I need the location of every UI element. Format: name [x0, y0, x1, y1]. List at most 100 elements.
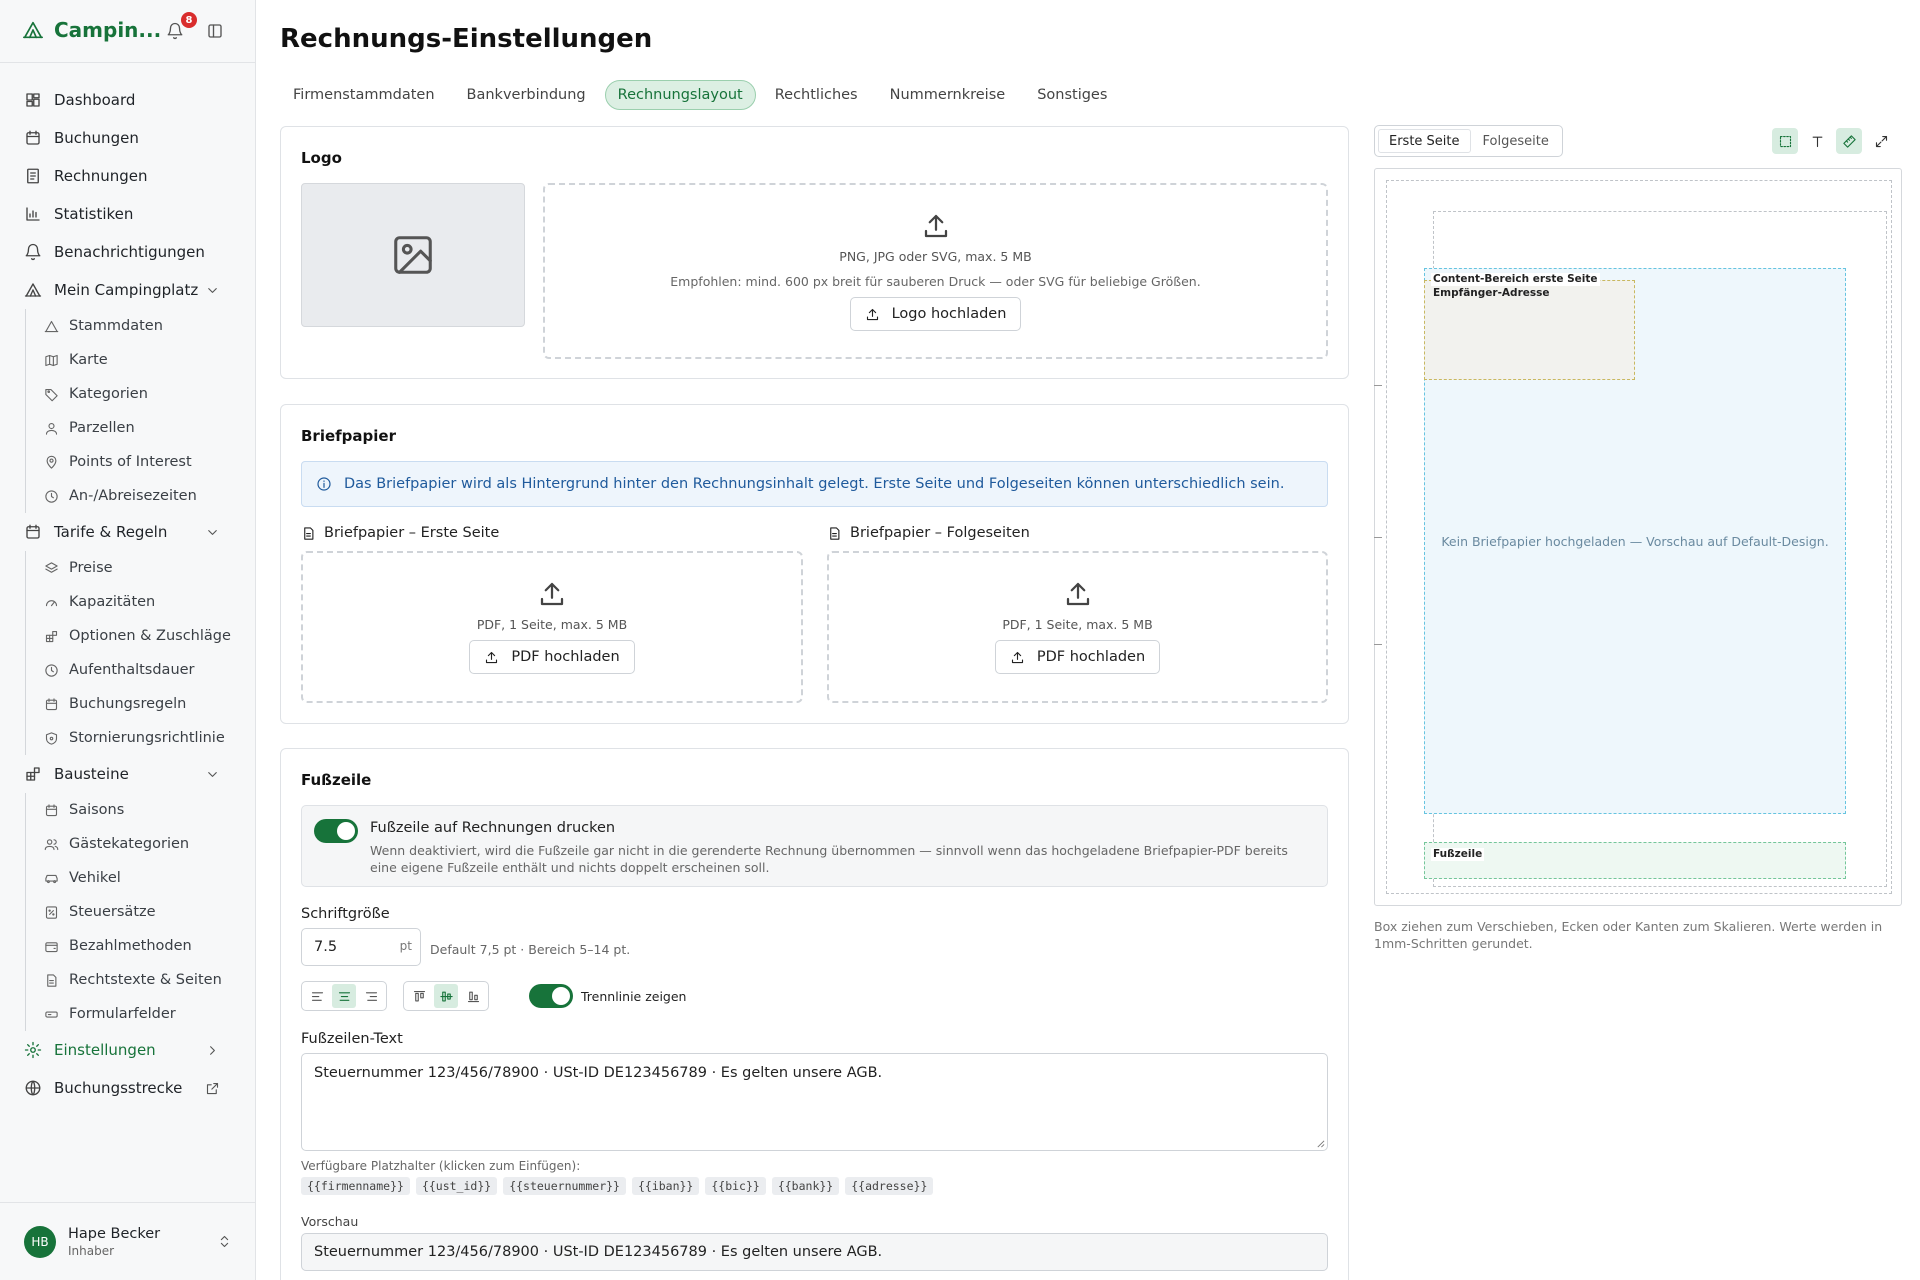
toggle-sidebar-button[interactable]: [206, 22, 224, 40]
sidebar-item-optionen[interactable]: Optionen & Zuschläge: [26, 619, 256, 653]
sidebar-item-label: Rechnungen: [54, 167, 148, 185]
sidebar-item-kapazitaeten[interactable]: Kapazitäten: [26, 585, 256, 619]
sidebar-item-vehikel[interactable]: Vehikel: [26, 861, 256, 895]
upload-label: PDF hochladen: [511, 649, 620, 665]
font-size-input[interactable]: 7.5 pt: [301, 928, 421, 966]
tab-bankverbindung[interactable]: Bankverbindung: [454, 80, 599, 110]
align-middle-button[interactable]: [434, 984, 458, 1008]
sidebar-item-steuersaetze[interactable]: Steuersätze: [26, 895, 256, 929]
user-icon: [45, 422, 58, 435]
logo-upload-button[interactable]: Logo hochladen: [849, 297, 1022, 331]
briefpapier-follow-dropzone[interactable]: PDF, 1 Seite, max. 5 MB PDF hochladen: [827, 551, 1328, 703]
toggle-boxes-button[interactable]: [1772, 128, 1798, 154]
sidebar-group-mein-campingplatz[interactable]: Mein Campingplatz: [0, 271, 256, 309]
align-bottom-button[interactable]: [461, 984, 485, 1008]
placeholder-chip[interactable]: {{bank}}: [771, 1177, 840, 1195]
sidebar-item-rechtstexte[interactable]: Rechtstexte & Seiten: [26, 963, 256, 997]
placeholder-chip[interactable]: {{bic}}: [705, 1177, 766, 1195]
wallet-icon: [45, 941, 58, 952]
bar-chart-icon: [26, 207, 40, 221]
fold-mark: [1374, 644, 1382, 645]
sidebar-item-buchungsstrecke[interactable]: Buchungsstrecke: [0, 1069, 256, 1107]
sidebar-item-saisons[interactable]: Saisons: [26, 793, 256, 827]
sidebar-item-stornierungsrichtlinie[interactable]: Stornierungsrichtlinie: [26, 721, 256, 755]
sidebar-item-stammdaten[interactable]: Stammdaten: [26, 309, 256, 343]
briefpapier-card: Briefpapier Das Briefpapier wird als Hin…: [280, 404, 1349, 724]
sidebar-item-benachrichtigungen[interactable]: Benachrichtigungen: [0, 233, 256, 271]
sidebar-group-label: Mein Campingplatz: [54, 281, 199, 299]
tab-firmenstammdaten[interactable]: Firmenstammdaten: [280, 80, 448, 110]
font-size-label: Schriftgröße: [301, 906, 390, 922]
sidebar-item-an-abreisezeiten[interactable]: An-/Abreisezeiten: [26, 479, 256, 513]
align-right-button[interactable]: [359, 984, 383, 1008]
sidebar-item-bezahlmethoden[interactable]: Bezahlmethoden: [26, 929, 256, 963]
sidebar-item-formularfelder[interactable]: Formularfelder: [26, 997, 256, 1031]
logo-placeholder: [301, 183, 525, 327]
upload-icon: [1066, 582, 1089, 606]
user-menu[interactable]: HB Hape Becker Inhaber: [0, 1202, 256, 1280]
tab-rechtliches[interactable]: Rechtliches: [762, 80, 871, 110]
tab-nummernkreise[interactable]: Nummernkreise: [877, 80, 1019, 110]
upload-label: PDF hochladen: [1036, 649, 1146, 665]
placeholder-chip[interactable]: {{steuernummer}}: [503, 1177, 626, 1195]
brand[interactable]: Campin...: [22, 18, 161, 42]
sidebar-item-label: Optionen & Zuschläge: [69, 628, 231, 644]
image-icon: [394, 236, 432, 274]
briefpapier-follow-upload-button[interactable]: PDF hochladen: [994, 640, 1161, 674]
placeholder-chip[interactable]: {{iban}}: [631, 1177, 700, 1195]
tab-sonstiges[interactable]: Sonstiges: [1024, 80, 1120, 110]
briefpapier-info-text: Das Briefpapier wird als Hintergrund hin…: [344, 476, 1285, 492]
sidebar-group-label: Tarife & Regeln: [54, 523, 168, 541]
sidebar-item-rechnungen[interactable]: Rechnungen: [0, 157, 256, 195]
tab-rechnungslayout[interactable]: Rechnungslayout: [604, 80, 756, 110]
logo-dropzone[interactable]: PNG, JPG oder SVG, max. 5 MB Empfohlen: …: [543, 183, 1328, 359]
placeholder-chip[interactable]: {{ust_id}}: [415, 1177, 498, 1195]
sidebar-item-points-of-interest[interactable]: Points of Interest: [26, 445, 256, 479]
blocks-icon: [26, 767, 40, 781]
footer-text-input[interactable]: Steuernummer 123/456/78900 · USt-ID DE12…: [301, 1053, 1328, 1151]
toggle-text-button[interactable]: [1804, 128, 1830, 154]
preview-label: Vorschau: [301, 1214, 359, 1229]
sidebar-group-bausteine[interactable]: Bausteine: [0, 755, 256, 793]
calendar-icon: [45, 803, 58, 816]
sidebar-item-karte[interactable]: Karte: [26, 343, 256, 377]
sidebar: Campin... 8 Dashboard Buchungen Rechnung…: [0, 0, 256, 1280]
text-icon: [1812, 136, 1822, 147]
preview-page-first[interactable]: Erste Seite: [1378, 129, 1471, 153]
briefpapier-first-upload-button[interactable]: PDF hochladen: [469, 640, 635, 674]
file-icon: [830, 526, 840, 540]
preview-page-follow[interactable]: Folgeseite: [1473, 129, 1559, 153]
recipient-address-label: Empfänger-Adresse: [1433, 287, 1550, 299]
preview-hint: Box ziehen zum Verschieben, Ecken oder K…: [1374, 919, 1883, 951]
footer-print-toggle[interactable]: [314, 819, 358, 843]
briefpapier-first-dropzone[interactable]: PDF, 1 Seite, max. 5 MB PDF hochladen: [301, 551, 803, 703]
placeholder-chip[interactable]: {{firmenname}}: [301, 1177, 410, 1195]
briefpapier-first-label: Briefpapier – Erste Seite: [301, 525, 499, 541]
sidebar-item-kategorien[interactable]: Kategorien: [26, 377, 256, 411]
expand-preview-button[interactable]: [1868, 128, 1894, 154]
sidebar-item-statistiken[interactable]: Statistiken: [0, 195, 256, 233]
sidebar-item-preise[interactable]: Preise: [26, 551, 256, 585]
panel-left-icon: [208, 24, 222, 38]
toggle-ruler-button[interactable]: [1836, 128, 1862, 154]
sidebar-item-aufenthaltsdauer[interactable]: Aufenthaltsdauer: [26, 653, 256, 687]
notifications-button[interactable]: [166, 22, 184, 40]
align-center-button[interactable]: [332, 984, 356, 1008]
sidebar-group-tarife[interactable]: Tarife & Regeln: [0, 513, 256, 551]
upload-icon: [1011, 651, 1023, 663]
sidebar-item-gaestekategorien[interactable]: Gästekategorien: [26, 827, 256, 861]
sidebar-item-buchungsregeln[interactable]: Buchungsregeln: [26, 687, 256, 721]
footer-print-option: Fußzeile auf Rechnungen drucken Wenn dea…: [301, 805, 1328, 887]
placeholder-chip[interactable]: {{adresse}}: [845, 1177, 934, 1195]
sidebar-item-parzellen[interactable]: Parzellen: [26, 411, 256, 445]
align-left-button[interactable]: [305, 984, 329, 1008]
footer-box[interactable]: [1424, 842, 1846, 879]
sidebar-item-dashboard[interactable]: Dashboard: [0, 81, 256, 119]
divider-toggle[interactable]: [529, 984, 573, 1008]
sidebar-item-label: Vehikel: [69, 870, 121, 886]
sidebar-item-buchungen[interactable]: Buchungen: [0, 119, 256, 157]
tent-icon: [44, 320, 59, 332]
sidebar-item-einstellungen[interactable]: Einstellungen: [0, 1031, 256, 1069]
resize-handle-icon[interactable]: [1316, 1139, 1325, 1148]
align-top-button[interactable]: [407, 984, 431, 1008]
